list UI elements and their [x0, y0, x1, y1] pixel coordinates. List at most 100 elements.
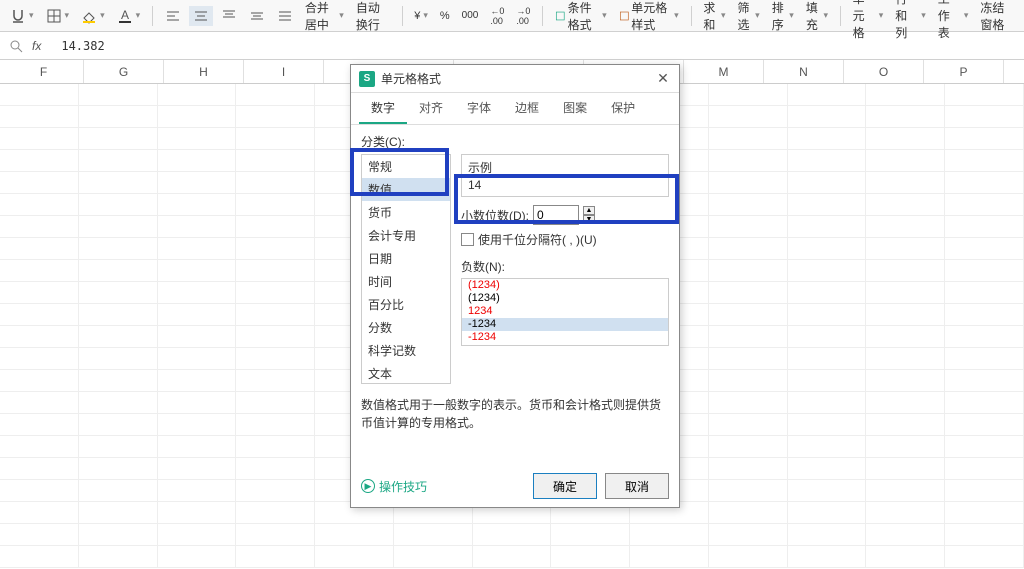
formula-value[interactable]: 14.382	[49, 39, 104, 53]
category-item[interactable]: 数值	[362, 178, 450, 201]
separator	[402, 6, 403, 26]
category-item[interactable]: 百分比	[362, 293, 450, 316]
category-item[interactable]: 时间	[362, 270, 450, 293]
cell-format-dialog: S 单元格格式 ✕ 数字 对齐 字体 边框 图案 保护 分类(C): 常规 数值…	[350, 64, 680, 508]
filter-label: 筛选	[738, 0, 753, 33]
col-header[interactable]: N	[764, 60, 844, 83]
negative-label: 负数(N):	[461, 258, 669, 275]
align-middle-button[interactable]	[245, 6, 269, 26]
main-toolbar: ▾ ▾ ▾ A▾ 合并居中▾ 自动换行 ¥▾ % 000 ←0.00 →0.00…	[0, 0, 1024, 32]
filter-button[interactable]: 筛选▾	[734, 0, 764, 35]
category-label: 分类(C):	[361, 133, 669, 150]
decimal-places-input[interactable]	[533, 205, 579, 225]
worksheet-button[interactable]: 工作表▾	[934, 0, 973, 43]
category-item[interactable]: 日期	[362, 247, 450, 270]
dialog-footer: ▶ 操作技巧 确定 取消	[351, 465, 679, 507]
decrease-decimal-button[interactable]: →0.00	[512, 4, 534, 28]
fill-label: 填充	[806, 0, 821, 33]
tab-font[interactable]: 字体	[455, 93, 503, 124]
negative-item[interactable]: (1234)	[462, 279, 668, 292]
col-header[interactable]: P	[924, 60, 1004, 83]
fx-label[interactable]: fx	[32, 39, 41, 53]
thousands-separator-row[interactable]: 使用千位分隔符( , )(U)	[461, 231, 669, 248]
separator	[691, 6, 692, 26]
tab-pattern[interactable]: 图案	[551, 93, 599, 124]
align-center-button[interactable]	[189, 6, 213, 26]
freeze-button[interactable]: 冻结窗格	[976, 0, 1018, 35]
font-color-button[interactable]: A▾	[113, 6, 145, 26]
conditional-format-label: 条件格式	[568, 0, 600, 33]
row-col-label: 行和列	[895, 0, 918, 41]
cell-label: 单元格	[853, 0, 876, 41]
col-header[interactable]: G	[84, 60, 164, 83]
example-label: 示例	[468, 159, 662, 176]
auto-wrap-label: 自动换行	[356, 0, 390, 33]
category-item[interactable]: 文本	[362, 362, 450, 384]
col-header[interactable]: I	[244, 60, 324, 83]
cell-button[interactable]: 单元格▾	[849, 0, 888, 43]
col-header[interactable]: H	[164, 60, 244, 83]
category-item[interactable]: 常规	[362, 155, 450, 178]
col-header[interactable]: M	[684, 60, 764, 83]
col-header[interactable]: O	[844, 60, 924, 83]
col-header[interactable]: F	[4, 60, 84, 83]
underline-button[interactable]: ▾	[6, 6, 38, 26]
category-list[interactable]: 常规 数值 货币 会计专用 日期 时间 百分比 分数 科学记数 文本 特殊 自定…	[361, 154, 451, 384]
cell-style-label: 单元格样式	[631, 0, 671, 33]
merge-center-label: 合并居中	[305, 0, 336, 33]
ok-button[interactable]: 确定	[533, 473, 597, 499]
negative-item[interactable]: (1234)	[462, 292, 668, 305]
spinner-down-icon[interactable]: ▼	[583, 215, 595, 224]
row-col-button[interactable]: 行和列▾	[891, 0, 930, 43]
cell-style-button[interactable]: 单元格样式▾	[615, 0, 683, 35]
negative-item[interactable]: -1234	[462, 318, 668, 331]
negative-format-list[interactable]: (1234) (1234) 1234 -1234 -1234	[461, 278, 669, 346]
worksheet-label: 工作表	[938, 0, 961, 41]
sort-button[interactable]: 排序▾	[768, 0, 798, 35]
align-top-button[interactable]	[217, 6, 241, 26]
tab-number[interactable]: 数字	[359, 93, 407, 124]
percent-button[interactable]: %	[436, 8, 454, 24]
decimal-label: 小数位数(D):	[461, 207, 529, 224]
search-icon[interactable]	[8, 38, 24, 54]
auto-wrap-button[interactable]: 自动换行	[352, 0, 394, 35]
border-button[interactable]: ▾	[42, 6, 74, 26]
negative-item[interactable]: 1234	[462, 305, 668, 318]
increase-decimal-button[interactable]: ←0.00	[486, 4, 508, 28]
negative-item[interactable]: -1234	[462, 331, 668, 344]
category-item[interactable]: 货币	[362, 201, 450, 224]
tab-align[interactable]: 对齐	[407, 93, 455, 124]
sum-label: 求和	[703, 0, 718, 33]
fill-color-button[interactable]: ▾	[77, 6, 109, 26]
thousands-checkbox[interactable]	[461, 233, 474, 246]
conditional-format-button[interactable]: 条件格式▾	[551, 0, 611, 35]
svg-text:A: A	[121, 8, 129, 22]
category-item[interactable]: 会计专用	[362, 224, 450, 247]
sum-button[interactable]: 求和▾	[699, 0, 729, 35]
app-logo-icon: S	[359, 71, 375, 87]
separator	[152, 6, 153, 26]
cancel-button[interactable]: 取消	[605, 473, 669, 499]
dialog-tabs: 数字 对齐 字体 边框 图案 保护	[351, 93, 679, 125]
tips-link[interactable]: ▶ 操作技巧	[361, 478, 525, 495]
format-description: 数值格式用于一般数字的表示。货币和会计格式则提供货币值计算的专用格式。	[361, 396, 669, 432]
comma-style-button[interactable]: 000	[458, 8, 483, 23]
spinner-up-icon[interactable]: ▲	[583, 206, 595, 215]
dialog-titlebar: S 单元格格式 ✕	[351, 65, 679, 93]
currency-button[interactable]: ¥▾	[410, 8, 432, 24]
example-box: 示例 14	[461, 154, 669, 197]
tips-label: 操作技巧	[379, 478, 427, 495]
category-item[interactable]: 科学记数	[362, 339, 450, 362]
merge-center-button[interactable]: 合并居中▾	[301, 0, 348, 35]
fill-button[interactable]: 填充▾	[802, 0, 832, 35]
tab-border[interactable]: 边框	[503, 93, 551, 124]
decimal-spinner[interactable]: ▲ ▼	[583, 206, 595, 224]
close-icon[interactable]: ✕	[655, 71, 671, 87]
dialog-title: 单元格格式	[381, 70, 655, 87]
play-icon: ▶	[361, 479, 375, 493]
align-distributed-button[interactable]	[273, 6, 297, 26]
tab-protect[interactable]: 保护	[599, 93, 647, 124]
align-left-button[interactable]	[161, 6, 185, 26]
category-item[interactable]: 分数	[362, 316, 450, 339]
decimal-places-row: 小数位数(D): ▲ ▼	[461, 205, 669, 225]
